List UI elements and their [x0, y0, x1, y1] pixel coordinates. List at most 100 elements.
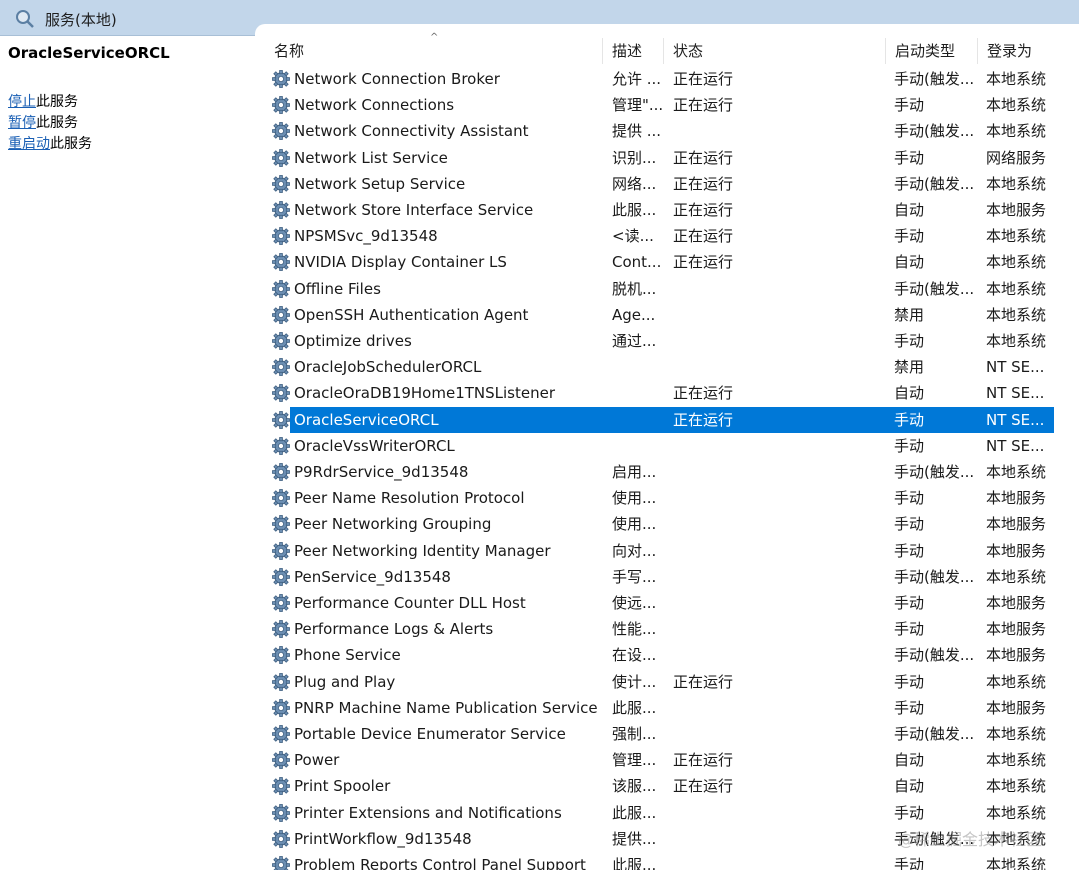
- service-log-on-as: 本地系统: [986, 122, 1047, 141]
- service-name: Problem Reports Control Panel Support: [294, 856, 586, 870]
- service-log-on-as: NT SE...: [986, 410, 1045, 429]
- stop-service-link[interactable]: 停止: [8, 94, 36, 110]
- service-name: OracleJobSchedulerORCL: [294, 358, 482, 377]
- gear-icon: [271, 174, 291, 194]
- service-row[interactable]: Network Connection Broker 允许 ... 正在运行 手动(触发…: [264, 66, 1054, 92]
- service-description: 手写...: [612, 567, 657, 586]
- service-status: 正在运行: [673, 253, 734, 272]
- service-row[interactable]: Portable Device Enumerator Service 强制... 手…: [264, 721, 1054, 747]
- service-description: 识别...: [612, 148, 657, 167]
- service-row[interactable]: Network Connections 管理"... 正在运行 手动 本地系统: [264, 92, 1054, 118]
- service-row[interactable]: Peer Name Resolution Protocol 使用... 手动 本地服务: [264, 485, 1054, 511]
- service-row[interactable]: PenService_9d13548 手写... 手动(触发... 本地系统: [264, 564, 1054, 590]
- table-header: ^ 名称 描述 状态 启动类型 登录为: [264, 32, 1064, 64]
- service-name: PNRP Machine Name Publication Service: [294, 698, 598, 717]
- service-description: 强制...: [612, 725, 657, 743]
- service-status: [673, 302, 753, 328]
- service-row[interactable]: Plug and Play 使计... 正在运行 手动 本地系统: [264, 669, 1054, 695]
- pause-service-link[interactable]: 暂停: [8, 115, 36, 131]
- service-description: [612, 433, 662, 459]
- service-status: 正在运行: [673, 174, 734, 193]
- service-row[interactable]: Network List Service 识别... 正在运行 手动 网络服务: [264, 145, 1054, 171]
- service-log-on-as: 本地服务: [986, 646, 1047, 665]
- service-name: Print Spooler: [294, 777, 391, 796]
- gear-icon: [271, 724, 291, 744]
- service-log-on-as: 本地系统: [986, 227, 1047, 246]
- service-log-on-as: 本地系统: [986, 672, 1047, 691]
- service-startup-type: 手动: [894, 148, 925, 167]
- service-status: [673, 433, 753, 459]
- action-suffix: 此服务: [36, 115, 78, 131]
- service-row[interactable]: OracleOraDB19Home1TNSListener 正在运行 自动 NT SE…: [264, 380, 1054, 406]
- service-log-on-as: 本地服务: [986, 515, 1047, 534]
- service-row[interactable]: Problem Reports Control Panel Support 此服.…: [264, 852, 1054, 870]
- service-startup-type: 手动: [894, 620, 925, 639]
- service-name: Network Setup Service: [294, 174, 466, 193]
- service-name: Peer Networking Grouping: [294, 515, 492, 534]
- service-row[interactable]: Network Setup Service 网络... 正在运行 手动(触发... 本地…: [264, 171, 1054, 197]
- service-log-on-as: 本地系统: [986, 253, 1047, 272]
- service-row[interactable]: Phone Service 在设... 手动(触发... 本地服务: [264, 642, 1054, 668]
- service-log-on-as: 本地系统: [986, 279, 1047, 298]
- restart-service-link[interactable]: 重启动: [8, 136, 50, 152]
- service-startup-type: 自动: [894, 777, 925, 796]
- service-log-on-as: 本地服务: [986, 489, 1047, 508]
- service-name: OpenSSH Authentication Agent: [294, 305, 529, 324]
- service-row[interactable]: PNRP Machine Name Publication Service 此服.…: [264, 695, 1054, 721]
- service-name: PrintWorkflow_9d13548: [294, 829, 472, 848]
- service-startup-type: 自动: [894, 201, 925, 219]
- service-description: [612, 380, 662, 406]
- column-header-startup-type[interactable]: 启动类型: [885, 38, 977, 64]
- service-row[interactable]: Print Spooler 该服... 正在运行 自动 本地系统: [264, 773, 1054, 799]
- service-row[interactable]: NPSMSvc_9d13548 <读... 正在运行 手动 本地系统: [264, 223, 1054, 249]
- gear-icon: [271, 462, 291, 482]
- service-row[interactable]: Offline Files 脱机... 手动(触发... 本地系统: [264, 276, 1054, 302]
- service-name: OracleVssWriterORCL: [294, 436, 455, 455]
- service-row[interactable]: P9RdrService_9d13548 启用... 手动(触发... 本地系统: [264, 459, 1054, 485]
- gear-icon: [271, 279, 291, 299]
- service-startup-type: 手动: [894, 436, 925, 455]
- service-description: 启用...: [612, 463, 657, 481]
- service-status: 正在运行: [673, 70, 734, 88]
- service-startup-type: 手动(触发...: [894, 567, 974, 586]
- service-row[interactable]: Network Connectivity Assistant 提供 ... 手动(触…: [264, 118, 1054, 144]
- service-row[interactable]: Performance Logs & Alerts 性能... 手动 本地服务: [264, 616, 1054, 642]
- service-row[interactable]: Network Store Interface Service 此服... 正在运行…: [264, 197, 1054, 223]
- service-row[interactable]: Power 管理... 正在运行 自动 本地系统: [264, 747, 1054, 773]
- service-startup-type: 自动: [894, 384, 925, 403]
- service-row[interactable]: Optimize drives 通过... 手动 本地系统: [264, 328, 1054, 354]
- service-log-on-as: 本地系统: [986, 463, 1047, 481]
- service-row[interactable]: OpenSSH Authentication Agent Age... 禁用 本地系统: [264, 302, 1054, 328]
- service-name: NVIDIA Display Container LS: [294, 253, 507, 272]
- service-log-on-as: 本地系统: [986, 777, 1047, 796]
- service-log-on-as: 本地系统: [986, 803, 1047, 822]
- service-startup-type: 手动: [894, 332, 925, 350]
- service-description: 此服...: [612, 803, 657, 822]
- service-name: Network Store Interface Service: [294, 201, 534, 219]
- window-title: 服务(本地): [45, 11, 117, 29]
- service-status: [673, 276, 753, 302]
- service-description: [612, 354, 662, 380]
- service-row[interactable]: NVIDIA Display Container LS Cont... 正在运行 自动…: [264, 249, 1054, 275]
- service-row[interactable]: OracleJobSchedulerORCL 禁用 NT SE...: [264, 354, 1054, 380]
- service-row[interactable]: Printer Extensions and Notifications 此服..…: [264, 800, 1054, 826]
- stop-service-action: 停止此服务: [8, 91, 78, 111]
- service-log-on-as: 本地服务: [986, 620, 1047, 639]
- service-row[interactable]: OracleServiceORCL 正在运行 手动 NT SE...: [264, 406, 1054, 433]
- service-startup-type: 手动: [894, 672, 925, 691]
- service-row[interactable]: OracleVssWriterORCL 手动 NT SE...: [264, 433, 1054, 459]
- gear-icon: [271, 855, 291, 870]
- service-startup-type: 手动(触发...: [894, 646, 974, 665]
- column-header-log-on-as[interactable]: 登录为: [977, 38, 1057, 64]
- column-header-name[interactable]: 名称: [264, 38, 602, 64]
- service-row[interactable]: Peer Networking Identity Manager 向对... 手动 本…: [264, 538, 1054, 564]
- service-row[interactable]: Peer Networking Grouping 使用... 手动 本地服务: [264, 511, 1054, 537]
- service-description: 使远...: [612, 594, 657, 612]
- column-header-status[interactable]: 状态: [663, 38, 885, 64]
- service-description: 脱机...: [612, 279, 657, 298]
- service-startup-type: 手动: [894, 541, 925, 560]
- gear-icon: [271, 148, 291, 168]
- service-startup-type: 手动(触发...: [894, 174, 974, 193]
- service-row[interactable]: Performance Counter DLL Host 使远... 手动 本地服务: [264, 590, 1054, 616]
- column-header-description[interactable]: 描述: [602, 38, 663, 64]
